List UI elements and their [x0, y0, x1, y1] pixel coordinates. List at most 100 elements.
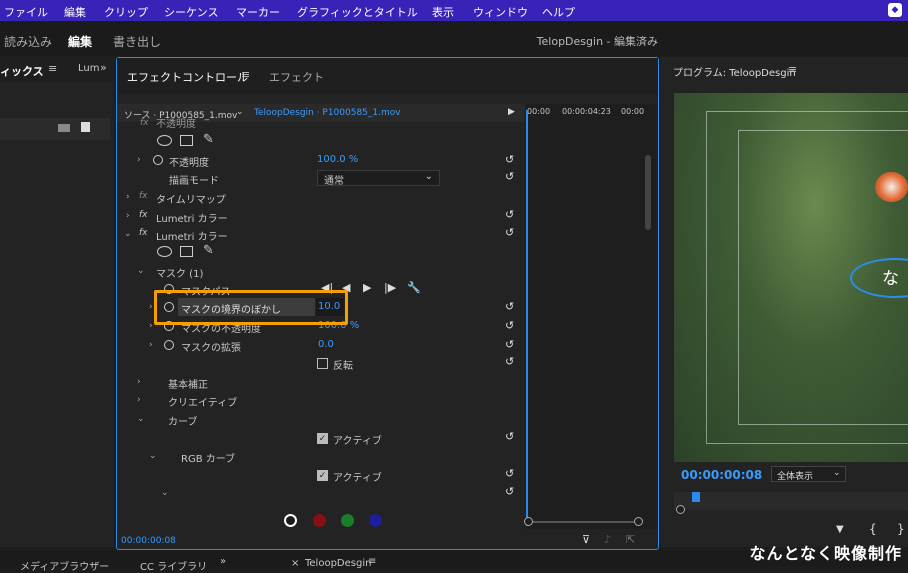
pen-mask-icon[interactable]: ✎ — [203, 132, 214, 147]
track-forward-icon[interactable]: |▶ — [384, 281, 396, 294]
tab-graphics[interactable]: ィックス — [0, 63, 44, 79]
close-icon[interactable]: × — [291, 558, 299, 569]
program-timeline-ruler[interactable] — [674, 492, 908, 510]
reset-icon[interactable]: ↺ — [505, 209, 517, 221]
program-title[interactable]: プログラム: TeloopDesgin — [673, 64, 796, 79]
stopwatch-icon[interactable] — [153, 155, 163, 165]
opacity-value[interactable]: 100.0 % — [317, 154, 358, 165]
menu-help[interactable]: ヘルプ — [542, 4, 575, 20]
rectangle-mask-icon[interactable] — [180, 246, 193, 257]
program-timecode[interactable]: 00:00:00:08 — [681, 468, 762, 482]
more-tabs-icon[interactable]: » — [100, 61, 107, 74]
blend-mode-dropdown[interactable]: 通常 ⌄ — [317, 170, 440, 187]
menu-edit[interactable]: 編集 — [64, 4, 86, 20]
fx-icon[interactable]: fx — [139, 210, 148, 220]
reset-icon[interactable]: ↺ — [505, 468, 517, 480]
zoom-handle-left[interactable] — [524, 517, 533, 526]
vertical-scrollbar[interactable] — [645, 155, 651, 230]
expand-chevron-icon[interactable]: › — [137, 377, 141, 387]
reset-icon[interactable]: ↺ — [505, 171, 517, 183]
more-tabs-icon[interactable]: » — [220, 556, 226, 567]
program-zoom-handle[interactable] — [676, 505, 685, 514]
expand-chevron-icon[interactable]: › — [137, 155, 141, 165]
app-icon[interactable]: ◆ — [888, 3, 902, 17]
mask-expansion-value[interactable]: 0.0 — [318, 339, 334, 350]
menu-marker[interactable]: マーカー — [236, 4, 280, 20]
wrench-icon[interactable]: 🔧 — [407, 281, 421, 294]
track-forward-frame-icon[interactable]: ▶ — [363, 281, 371, 294]
ellipse-mask-icon[interactable] — [157, 135, 172, 146]
reset-icon[interactable]: ↺ — [505, 301, 517, 313]
filter-icon[interactable]: ⊽ — [582, 533, 590, 546]
reset-icon[interactable]: ↺ — [505, 431, 517, 443]
timeline-menu-icon[interactable]: ≡ — [368, 556, 376, 567]
invert-checkbox[interactable] — [317, 358, 328, 369]
curve-channel-green[interactable] — [341, 514, 354, 527]
in-point-icon[interactable]: { — [869, 522, 877, 536]
menu-file[interactable]: ファイル — [4, 4, 48, 20]
tab-media-browser[interactable]: メディアブラウザー — [20, 558, 109, 573]
workspace-export[interactable]: 書き出し — [113, 33, 161, 50]
menu-view[interactable]: 表示 — [432, 4, 454, 20]
rectangle-mask-icon[interactable] — [180, 135, 193, 146]
chevron-down-icon: ⌄ — [833, 468, 841, 478]
audio-icon[interactable]: ♪ — [604, 533, 611, 546]
panel-menu-icon[interactable]: ≡ — [241, 68, 250, 81]
collapse-chevron-icon[interactable]: ⌄ — [137, 266, 145, 276]
reset-icon[interactable]: ↺ — [505, 320, 517, 332]
menu-sequence[interactable]: シーケンス — [164, 4, 218, 20]
ellipse-mask-icon[interactable] — [157, 246, 172, 257]
menu-clip[interactable]: クリップ — [104, 4, 148, 20]
tab-effects[interactable]: エフェクト — [269, 69, 324, 85]
tab-cc-libraries[interactable]: CC ライブラリ — [140, 558, 207, 573]
zoom-dropdown[interactable]: 全体表示 ⌄ — [771, 466, 846, 482]
effect-timeline[interactable]: 00:00 00:00:04:23 00:00 — [525, 104, 657, 529]
menu-icon[interactable]: ≡ — [48, 62, 57, 75]
curve-channel-blue[interactable] — [369, 514, 382, 527]
timeline-zoom-bar[interactable] — [528, 521, 640, 523]
active-checkbox[interactable]: ✓ — [317, 433, 328, 444]
menu-graphics[interactable]: グラフィックとタイトル — [297, 4, 418, 20]
new-item-icon[interactable] — [81, 122, 90, 132]
folder-icon[interactable] — [58, 124, 70, 132]
workspace-edit[interactable]: 編集 — [68, 33, 93, 61]
expand-chevron-icon[interactable]: › — [126, 211, 130, 221]
expand-chevron-icon[interactable]: › — [149, 321, 153, 331]
collapse-chevron-icon[interactable]: ⌄ — [124, 229, 132, 239]
expand-chevron-icon[interactable]: › — [126, 192, 130, 202]
curve-channel-red[interactable] — [313, 514, 326, 527]
reset-icon[interactable]: ↺ — [505, 356, 517, 368]
active-checkbox[interactable]: ✓ — [317, 470, 328, 481]
marker-icon[interactable]: ▼ — [836, 524, 844, 535]
fx-icon[interactable]: fx — [139, 228, 148, 238]
stopwatch-icon[interactable] — [164, 340, 174, 350]
expand-chevron-icon[interactable]: › — [137, 395, 141, 405]
curve-channel-white[interactable] — [284, 514, 297, 527]
export-icon[interactable]: ⇱ — [626, 533, 635, 546]
collapse-chevron-icon[interactable]: ⌄ — [137, 414, 145, 424]
reset-icon[interactable]: ↺ — [505, 154, 517, 166]
tl-time-start: 00:00 — [527, 107, 551, 116]
blend-mode-label: 描画モード — [169, 176, 219, 187]
current-time[interactable]: 00:00:00:08 — [121, 536, 176, 546]
reset-icon[interactable]: ↺ — [505, 339, 517, 351]
playhead[interactable] — [526, 110, 528, 526]
tab-effect-controls[interactable]: エフェクトコントロール — [127, 69, 248, 85]
pen-mask-icon[interactable]: ✎ — [203, 243, 214, 258]
collapse-chevron-icon[interactable]: ⌄ — [161, 488, 169, 498]
zoom-handle-right[interactable] — [634, 517, 643, 526]
program-playhead[interactable] — [692, 492, 700, 502]
project-title: TelopDesgin - 編集済み — [536, 35, 658, 48]
workspace-import[interactable]: 読み込み — [4, 33, 52, 50]
menu-window[interactable]: ウィンドウ — [473, 4, 528, 20]
tab-timeline[interactable]: TeloopDesgin — [305, 558, 371, 569]
tab-lumetri[interactable]: Lum — [78, 63, 99, 74]
expand-chevron-icon[interactable]: › — [149, 340, 153, 350]
reset-icon[interactable]: ↺ — [505, 486, 517, 498]
collapse-chevron-icon[interactable]: ⌄ — [149, 451, 157, 461]
expand-chevron-icon[interactable]: › — [149, 302, 153, 312]
reset-icon[interactable]: ↺ — [505, 227, 517, 239]
highlight-box — [154, 290, 348, 325]
program-menu-icon[interactable]: ≡ — [788, 63, 797, 76]
out-point-icon[interactable]: } — [897, 522, 905, 536]
